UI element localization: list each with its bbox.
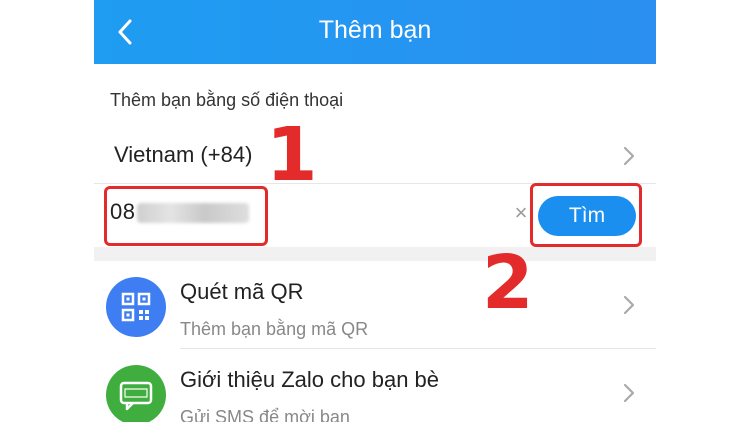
country-selector[interactable]: Vietnam (+84) bbox=[94, 128, 656, 184]
chevron-right-icon bbox=[623, 295, 635, 315]
highlight-phone-input bbox=[104, 186, 268, 246]
sms-icon bbox=[106, 365, 166, 422]
list-item-title: Giới thiệu Zalo cho bạn bè bbox=[180, 367, 440, 392]
list-item-invite-sms[interactable]: Giới thiệu Zalo cho bạn bè Gửi SMS để mờ… bbox=[94, 349, 656, 422]
list-item-subtitle: Gửi SMS để mời bạn bbox=[180, 407, 350, 422]
list-item-title: Quét mã QR bbox=[180, 279, 304, 304]
chevron-right-icon bbox=[623, 146, 635, 166]
highlight-find-button bbox=[530, 183, 642, 247]
section-divider bbox=[94, 247, 656, 261]
list-item-subtitle: Thêm bạn bằng mã QR bbox=[180, 319, 369, 339]
qr-code-icon bbox=[106, 277, 166, 337]
clear-icon[interactable]: × bbox=[510, 202, 532, 224]
page-title: Thêm bạn bbox=[318, 16, 432, 44]
chevron-right-icon bbox=[623, 383, 635, 403]
country-label: Vietnam (+84) bbox=[114, 142, 253, 167]
step-number-1: 1 bbox=[266, 112, 318, 198]
section-label: Thêm bạn bằng số điện thoại bbox=[110, 90, 344, 110]
add-friend-screen: Thêm bạn Thêm bạn bằng số điện thoại Vie… bbox=[94, 0, 656, 422]
app-header: Thêm bạn bbox=[94, 0, 656, 64]
list-item-scan-qr[interactable]: Quét mã QR Thêm bạn bằng mã QR bbox=[94, 261, 656, 349]
step-number-2: 2 bbox=[482, 240, 534, 326]
